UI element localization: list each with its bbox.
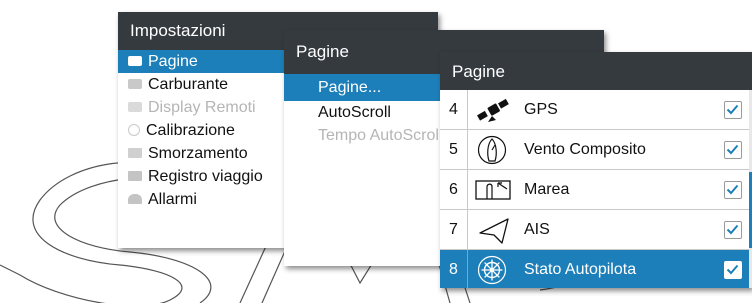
check-icon xyxy=(726,104,739,115)
page-row-label: Vento Composito xyxy=(524,141,646,158)
page-row-number: 7 xyxy=(440,210,468,249)
page-row-autopilot[interactable]: 8 Stato Autopilota xyxy=(440,250,752,288)
wind-boat-icon xyxy=(477,135,507,165)
settings-item-label: Pagine xyxy=(148,53,198,70)
satellite-icon xyxy=(477,98,509,122)
pages-icon xyxy=(128,55,142,66)
settings-item-label: Registro viaggio xyxy=(148,168,263,185)
page-row-number: 8 xyxy=(440,250,468,288)
page-row-label: GPS xyxy=(524,101,558,118)
bell-icon xyxy=(128,193,142,204)
page-row-number: 6 xyxy=(440,170,468,209)
page-row-checkbox[interactable] xyxy=(724,101,742,119)
page-row-number: 5 xyxy=(440,130,468,169)
settings-item-label: Calibrazione xyxy=(146,122,235,139)
settings-item-label: Smorzamento xyxy=(148,145,248,162)
check-icon xyxy=(726,144,739,155)
page-row-checkbox[interactable] xyxy=(724,181,742,199)
autopilot-wheel-icon xyxy=(477,255,507,285)
pages-list-title: Pagine xyxy=(440,52,752,90)
ais-icon xyxy=(479,218,509,244)
fuel-icon xyxy=(128,78,142,89)
calibration-icon xyxy=(128,123,140,136)
page-row-tide[interactable]: 6 Marea xyxy=(440,170,752,210)
page-row-label: Stato Autopilota xyxy=(524,261,637,278)
page-row-label: AIS xyxy=(524,221,550,238)
page-row-checkbox[interactable] xyxy=(724,141,742,159)
settings-item-label: Allarmi xyxy=(148,191,197,208)
page-row-number: 4 xyxy=(440,90,468,129)
check-icon xyxy=(726,224,739,235)
settings-item-label: Display Remoti xyxy=(148,99,256,116)
damping-icon xyxy=(128,147,142,158)
check-icon xyxy=(726,184,739,195)
page-row-ais[interactable]: 7 AIS xyxy=(440,210,752,250)
settings-item-label: Carburante xyxy=(148,76,229,93)
page-row-checkbox[interactable] xyxy=(724,221,742,239)
page-row-gps[interactable]: 4 GPS xyxy=(440,90,752,130)
trip-log-icon xyxy=(128,170,142,181)
page-row-label: Marea xyxy=(524,181,570,198)
page-row-checkbox[interactable] xyxy=(724,261,742,279)
pages-list-panel: Pagine 4 GPS 5 Vento Composito 6 Marea 7… xyxy=(440,52,752,288)
page-row-wind[interactable]: 5 Vento Composito xyxy=(440,130,752,170)
check-icon xyxy=(726,264,739,275)
tide-icon xyxy=(475,180,511,200)
remote-display-icon xyxy=(128,101,142,112)
